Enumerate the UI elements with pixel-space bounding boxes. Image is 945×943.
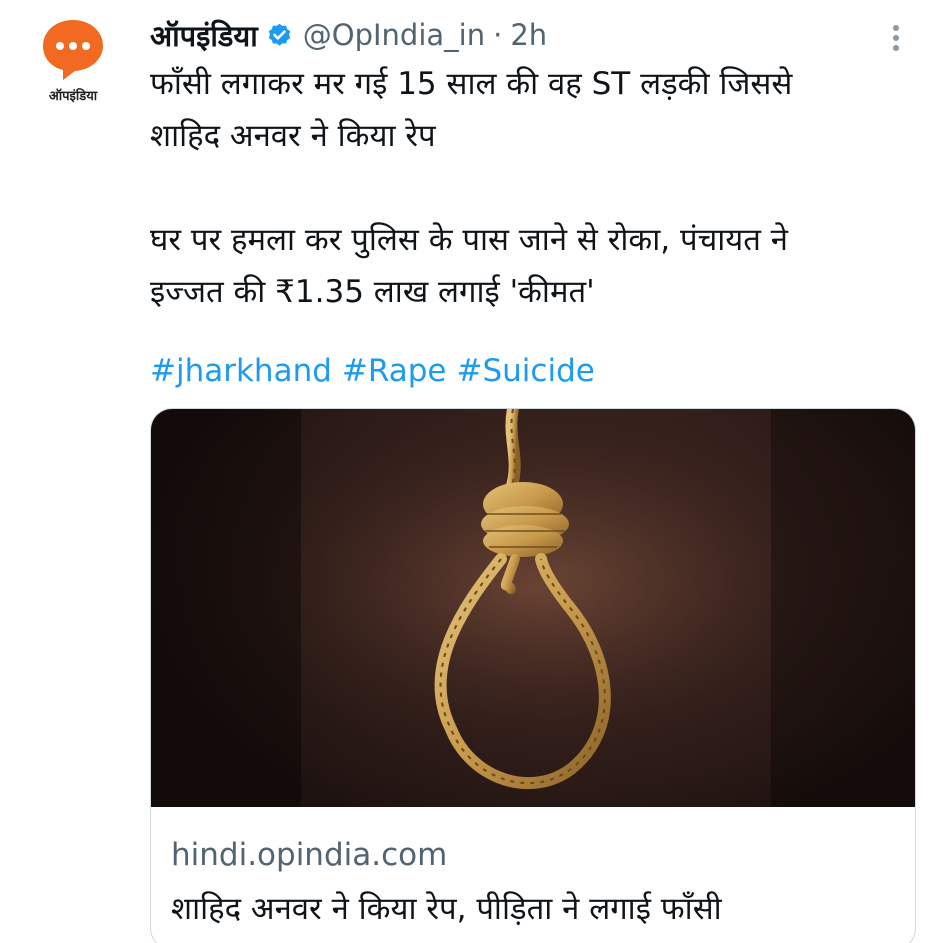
verified-badge-icon: [268, 23, 290, 46]
tweet-text-line: घर पर हमला कर पुलिस के पास जाने से रोका,…: [150, 222, 788, 258]
card-domain: hindi.opindia.com: [171, 837, 448, 873]
tweet-text-line: फाँसी लगाकर मर गई 15 साल की वह ST लड़की …: [150, 66, 793, 102]
hashtag-jharkhand[interactable]: #jharkhand: [150, 353, 332, 389]
separator-dot: ·: [493, 18, 503, 52]
handle[interactable]: @OpIndia_in: [303, 18, 485, 52]
tweet-text: फाँसी लगाकर मर गई 15 साल की वह ST लड़की …: [150, 58, 910, 318]
hashtags: #jharkhand #Rape #Suicide: [150, 345, 605, 397]
card-image[interactable]: [151, 409, 915, 807]
tweet-text-line: शाहिद अनवर ने किया रेप: [150, 118, 436, 154]
hashtag-rape[interactable]: #Rape: [342, 353, 447, 389]
tweet-text-line: इज्जत की ₹1.35 लाख लगाई 'कीमत': [150, 274, 595, 310]
tweet[interactable]: ऑपइंडिया ऑपइंडिया @OpIndia_in · 2h फाँसी…: [0, 0, 945, 943]
tweet-header: ऑपइंडिया @OpIndia_in · 2h: [150, 12, 547, 58]
card-title: शाहिद अनवर ने किया रेप, पीड़िता ने लगाई …: [171, 891, 722, 927]
more-options-icon[interactable]: [884, 18, 908, 58]
hashtag-suicide[interactable]: #Suicide: [457, 353, 595, 389]
noose-image: [151, 409, 915, 807]
link-card[interactable]: hindi.opindia.com शाहिद अनवर ने किया रेप…: [150, 408, 916, 943]
display-name[interactable]: ऑपइंडिया: [150, 16, 258, 55]
timestamp[interactable]: 2h: [510, 18, 547, 52]
opindia-logo-icon: [43, 20, 103, 80]
avatar[interactable]: ऑपइंडिया: [30, 18, 116, 114]
avatar-caption: ऑपइंडिया: [48, 89, 98, 104]
